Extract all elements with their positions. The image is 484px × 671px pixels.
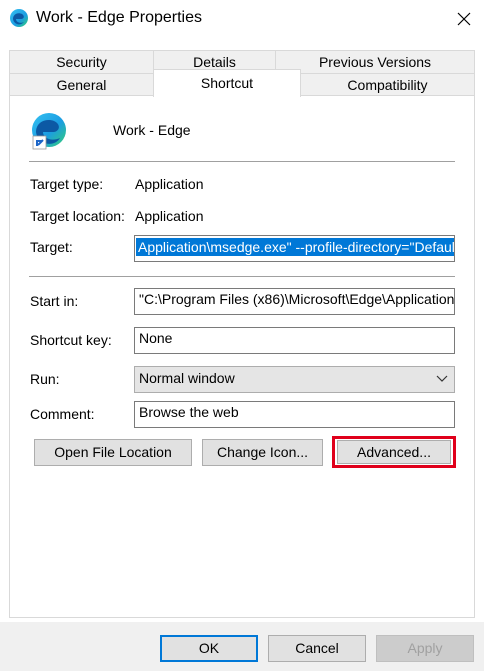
tab-label: General [56, 77, 107, 93]
ok-button[interactable]: OK [160, 635, 258, 662]
start-in-field[interactable]: "C:\Program Files (x86)\Microsoft\Edge\A… [134, 288, 455, 315]
target-field[interactable]: Application\msedge.exe" --profile-direct… [134, 235, 455, 262]
open-file-location-button[interactable]: Open File Location [34, 439, 192, 466]
run-select-value: Normal window [139, 370, 235, 386]
title-bar: Work - Edge Properties [0, 0, 484, 38]
target-type-label: Target type: [30, 176, 104, 192]
divider [29, 276, 455, 277]
tab-shortcut[interactable]: Shortcut [153, 69, 301, 97]
run-select[interactable]: Normal window [134, 366, 455, 393]
tab-label: Security [56, 54, 107, 70]
tab-security[interactable]: Security [9, 50, 154, 74]
tab-general[interactable]: General [9, 73, 154, 96]
target-location-label: Target location: [30, 208, 125, 224]
chevron-down-icon [436, 375, 448, 382]
edge-icon [10, 9, 28, 27]
shortcut-key-field[interactable]: None [134, 327, 455, 354]
run-label: Run: [30, 371, 60, 387]
advanced-button[interactable]: Advanced... [337, 440, 451, 464]
cancel-button[interactable]: Cancel [268, 635, 366, 662]
shortcut-key-label: Shortcut key: [30, 332, 112, 348]
window-title: Work - Edge Properties [36, 9, 202, 26]
target-location-value: Application [135, 208, 204, 224]
change-icon-button[interactable]: Change Icon... [202, 439, 323, 466]
close-button[interactable] [444, 2, 484, 36]
apply-button[interactable]: Apply [376, 635, 474, 662]
comment-label: Comment: [30, 406, 95, 422]
tab-compatibility[interactable]: Compatibility [300, 73, 475, 96]
comment-field[interactable]: Browse the web [134, 401, 455, 428]
tab-label: Compatibility [347, 77, 428, 93]
tab-previous-versions[interactable]: Previous Versions [275, 50, 475, 74]
shortcut-panel [9, 95, 475, 618]
tab-label: Previous Versions [318, 54, 432, 70]
tab-label: Details [193, 54, 236, 70]
close-icon [457, 12, 471, 26]
tab-label: Shortcut [200, 75, 254, 91]
shortcut-name: Work - Edge [113, 122, 191, 138]
target-selected-text: Application\msedge.exe" --profile-direct… [136, 238, 454, 256]
shortcut-edge-icon [32, 113, 66, 150]
start-in-label: Start in: [30, 293, 79, 309]
target-type-value: Application [135, 176, 204, 192]
divider [29, 161, 455, 162]
target-label: Target: [30, 239, 73, 255]
